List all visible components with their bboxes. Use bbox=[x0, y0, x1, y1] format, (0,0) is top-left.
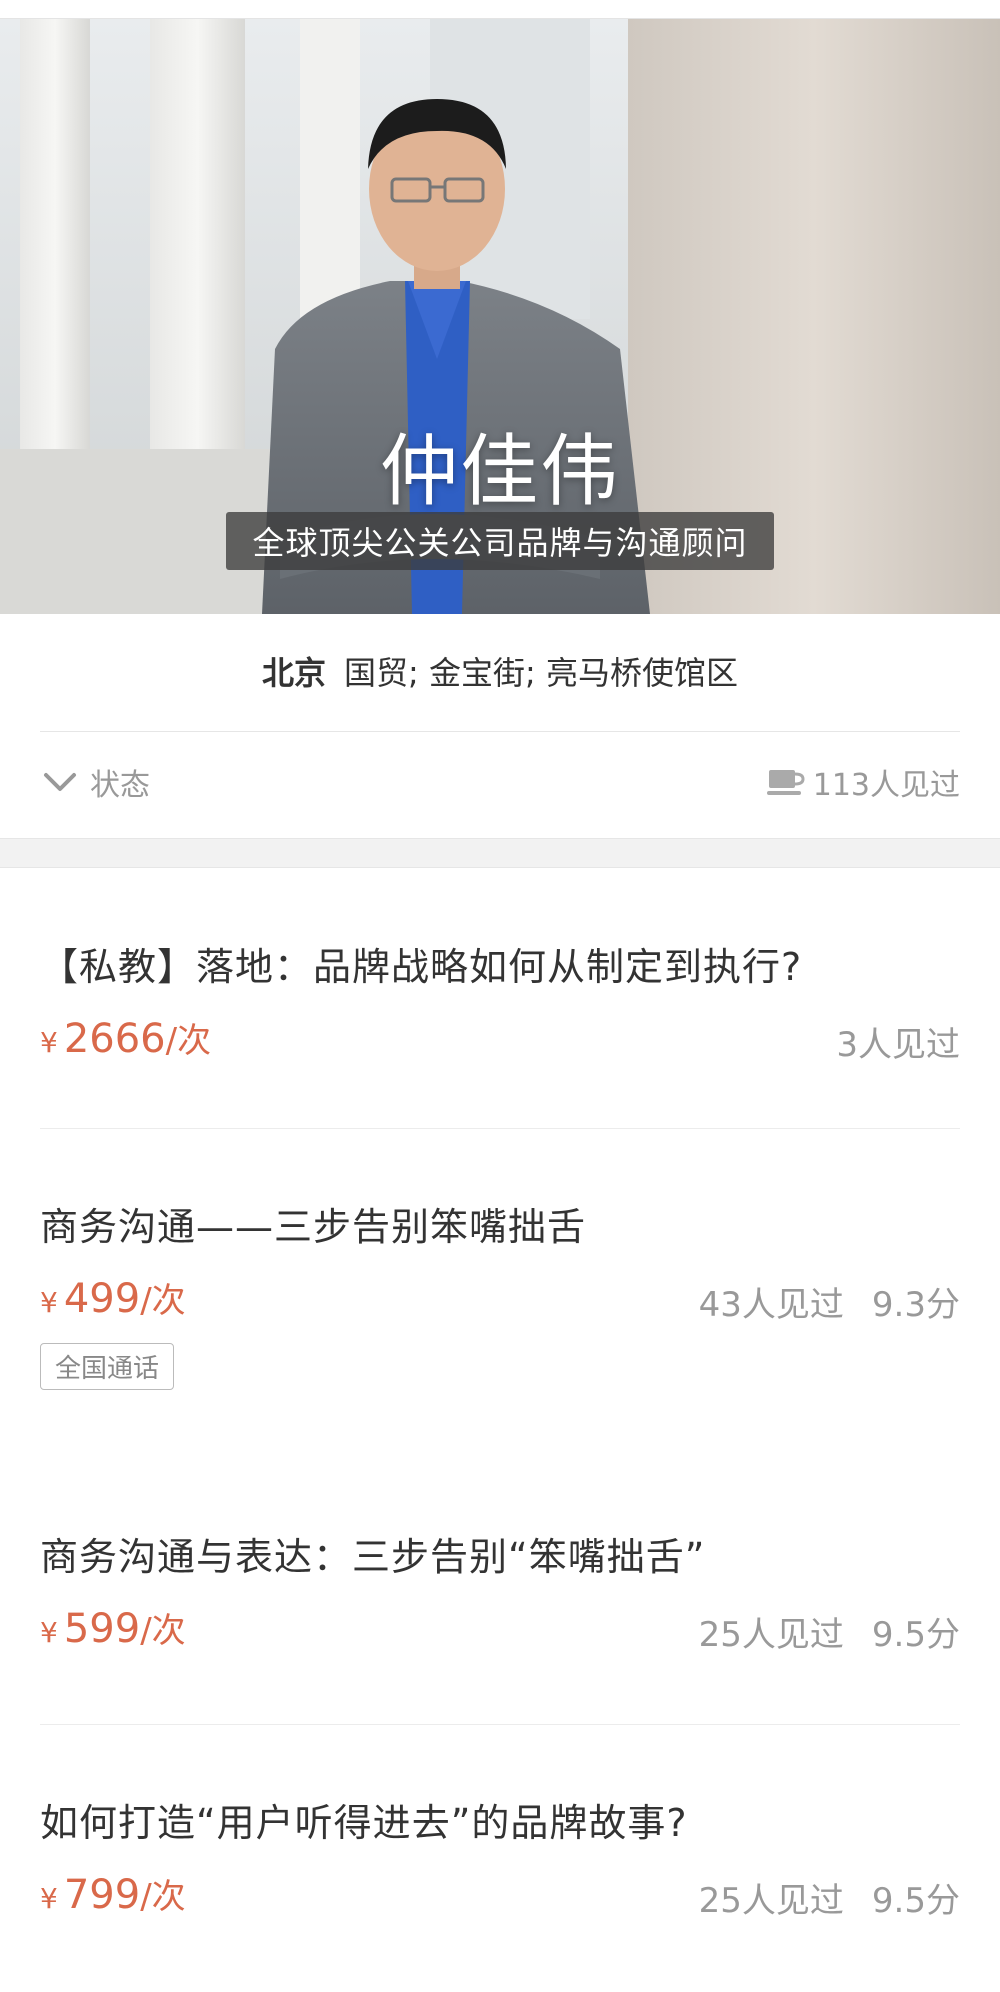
divider bbox=[40, 1128, 960, 1129]
service-seen-count: 25人见过 bbox=[698, 1881, 844, 1921]
service-item[interactable]: 商务沟通——三步告别笨嘴拙舌 ¥499/次 43人见过 9.3分 全国通话 bbox=[40, 1196, 960, 1390]
status-toggle[interactable]: 状态 bbox=[40, 760, 150, 804]
location-line: 北京 国贸; 金宝街; 亮马桥使馆区 bbox=[0, 648, 1000, 694]
chevron-down-icon bbox=[44, 773, 76, 791]
service-price: ¥599/次 bbox=[40, 1606, 186, 1652]
seen-total-text: 113人见过 bbox=[812, 768, 960, 803]
profile-hero: 仲佳伟 全球顶尖公关公司品牌与沟通顾问 bbox=[0, 18, 1000, 614]
status-toggle-label: 状态 bbox=[90, 768, 150, 803]
service-price: ¥2666/次 bbox=[40, 1016, 212, 1062]
service-stats: 25人见过 9.5分 bbox=[699, 1873, 960, 1922]
service-score: 9.5分 bbox=[871, 1615, 960, 1655]
coffee-cup-icon bbox=[766, 770, 805, 795]
service-stats: 3人见过 bbox=[836, 1017, 960, 1066]
status-row: 状态 113人见过 bbox=[40, 760, 960, 810]
service-score: 9.5分 bbox=[871, 1881, 960, 1921]
expert-profile-page: 仲佳伟 全球顶尖公关公司品牌与沟通顾问 北京 国贸; 金宝街; 亮马桥使馆区 状态… bbox=[0, 0, 1000, 1992]
service-title: 商务沟通与表达：三步告别“笨嘴拙舌” bbox=[40, 1535, 706, 1579]
service-seen-count: 25人见过 bbox=[698, 1615, 844, 1655]
seen-total: 113人见过 bbox=[766, 760, 960, 804]
service-stats: 25人见过 9.5分 bbox=[699, 1607, 960, 1656]
city-label: 北京 bbox=[262, 654, 327, 692]
service-title: 【私教】落地：品牌战略如何从制定到执行? bbox=[40, 945, 803, 989]
service-seen-count: 43人见过 bbox=[698, 1285, 844, 1325]
divider bbox=[40, 1724, 960, 1725]
divider bbox=[40, 731, 960, 732]
service-stats: 43人见过 9.3分 bbox=[699, 1277, 960, 1326]
service-title: 商务沟通——三步告别笨嘴拙舌 bbox=[40, 1205, 587, 1249]
service-score: 9.3分 bbox=[871, 1285, 960, 1325]
expert-name: 仲佳伟 bbox=[379, 427, 620, 517]
service-tag: 全国通话 bbox=[40, 1343, 175, 1390]
section-separator bbox=[0, 838, 1000, 868]
service-item[interactable]: 【私教】落地：品牌战略如何从制定到执行? ¥2666/次 3人见过 bbox=[40, 936, 960, 1066]
meeting-areas: 国贸; 金宝街; 亮马桥使馆区 bbox=[344, 654, 738, 692]
service-item[interactable]: 如何打造“用户听得进去”的品牌故事? ¥799/次 25人见过 9.5分 bbox=[40, 1792, 960, 1922]
service-seen-count: 3人见过 bbox=[836, 1025, 960, 1065]
service-title: 如何打造“用户听得进去”的品牌故事? bbox=[40, 1801, 688, 1845]
service-price: ¥799/次 bbox=[40, 1872, 186, 1918]
expert-tagline: 全球顶尖公关公司品牌与沟通顾问 bbox=[226, 512, 774, 570]
service-item[interactable]: 商务沟通与表达：三步告别“笨嘴拙舌” ¥599/次 25人见过 9.5分 bbox=[40, 1526, 960, 1656]
service-price: ¥499/次 bbox=[40, 1276, 186, 1322]
